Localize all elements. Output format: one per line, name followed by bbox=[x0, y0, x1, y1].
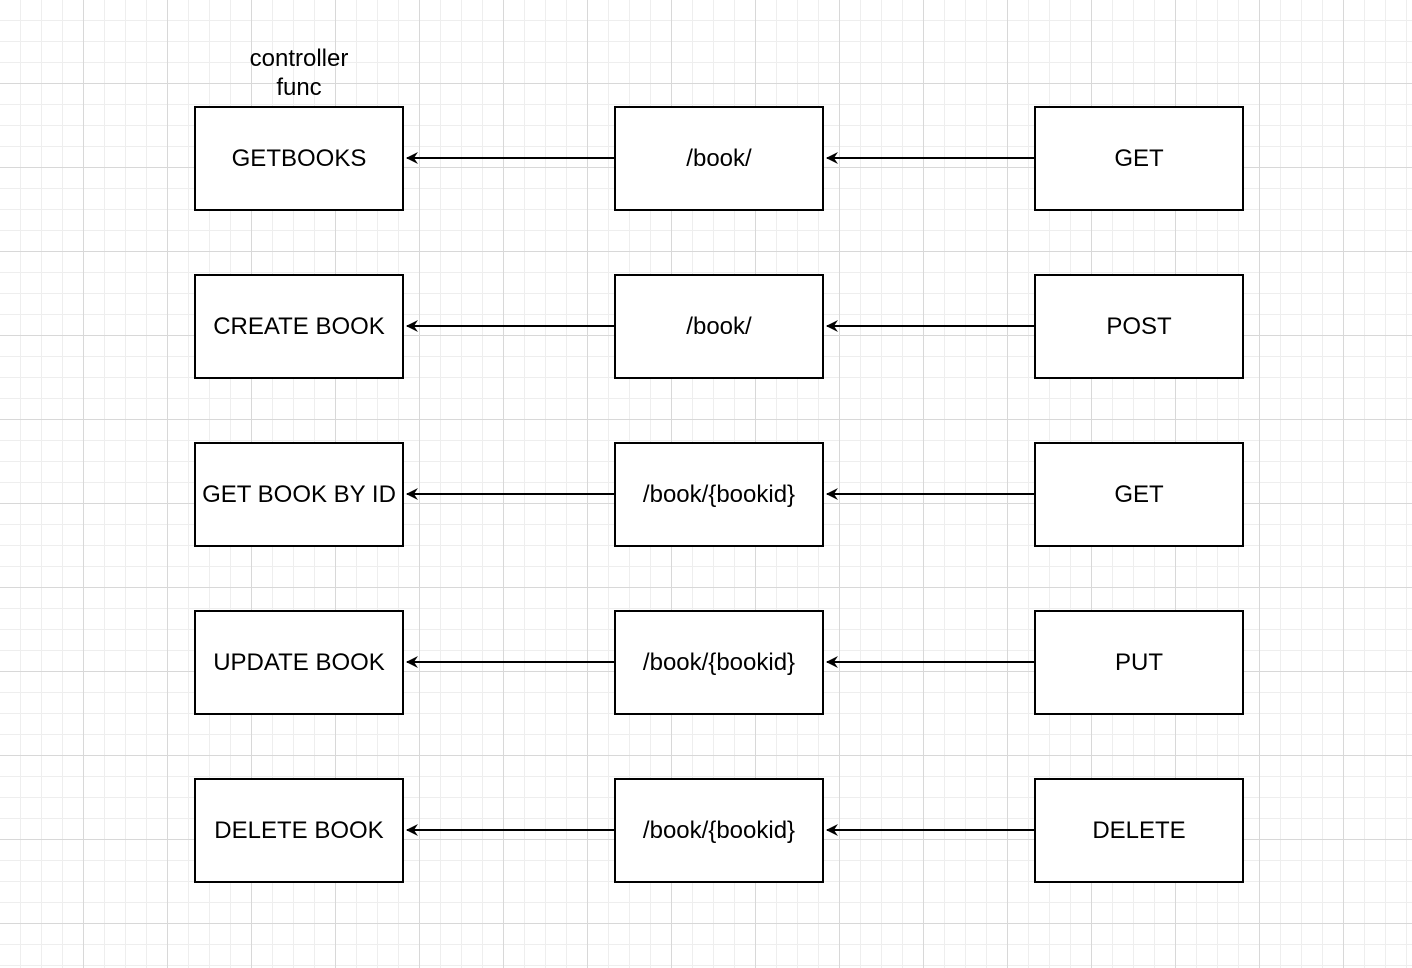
controller-func-label-line2: func bbox=[276, 74, 322, 101]
method-node-get[interactable]: GET bbox=[1034, 106, 1244, 211]
controller-func-label-line1: controller bbox=[249, 45, 349, 72]
route-node-book-bookid[interactable]: /book/{bookid} bbox=[614, 610, 824, 715]
controller-node-getbooks[interactable]: GETBOOKS bbox=[194, 106, 404, 211]
route-node-book[interactable]: /book/ bbox=[614, 274, 824, 379]
controller-func-label: controller func bbox=[194, 44, 404, 102]
controller-node-delete-book[interactable]: DELETE BOOK bbox=[194, 778, 404, 883]
method-node-post[interactable]: POST bbox=[1034, 274, 1244, 379]
method-node-delete[interactable]: DELETE bbox=[1034, 778, 1244, 883]
route-node-book-bookid[interactable]: /book/{bookid} bbox=[614, 442, 824, 547]
method-node-get[interactable]: GET bbox=[1034, 442, 1244, 547]
method-node-put[interactable]: PUT bbox=[1034, 610, 1244, 715]
route-node-book-bookid[interactable]: /book/{bookid} bbox=[614, 778, 824, 883]
controller-node-get-book-by-id[interactable]: GET BOOK BY ID bbox=[194, 442, 404, 547]
controller-node-update-book[interactable]: UPDATE BOOK bbox=[194, 610, 404, 715]
controller-node-create-book[interactable]: CREATE BOOK bbox=[194, 274, 404, 379]
diagram-canvas[interactable]: controller func GETBOOKS /book/ GET CREA… bbox=[0, 0, 1412, 968]
route-node-book[interactable]: /book/ bbox=[614, 106, 824, 211]
